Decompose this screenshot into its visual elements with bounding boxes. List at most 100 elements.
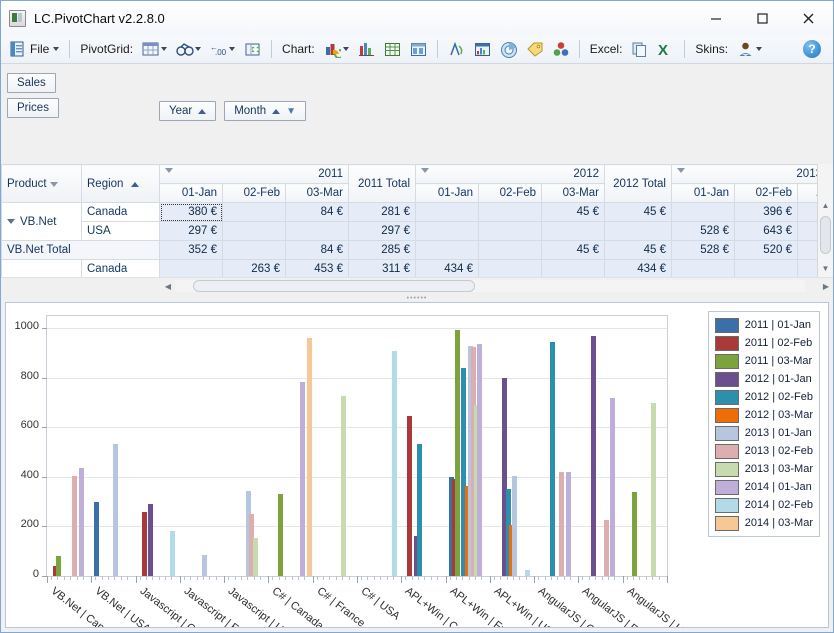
palette-button[interactable] [550,40,571,59]
chart-bar[interactable] [300,381,306,576]
row-region-cell[interactable]: Canada [81,202,160,222]
legend-item[interactable]: 2012 | 02-Feb [714,388,813,406]
year-group-header[interactable]: 2013 [671,164,828,184]
value-cell[interactable] [671,259,735,277]
chart-bar[interactable] [113,443,119,576]
row-region-cell[interactable]: USA [81,221,160,241]
scroll-up-button[interactable]: ▲ [818,198,833,212]
chevron-down-icon[interactable] [677,168,685,173]
column-field-month[interactable]: Month ▼ [224,101,307,121]
month-header[interactable]: 01-Jan [671,183,735,203]
vertical-scroll-thumb[interactable] [820,216,831,254]
label-button[interactable] [524,40,545,59]
value-cell[interactable] [222,202,286,222]
vertical-scrollbar[interactable]: ▲ ▼ [817,164,833,277]
data-table-button[interactable] [382,40,403,59]
value-cell[interactable]: 434 € [604,259,672,277]
year-group-header[interactable]: 2012 [415,164,605,184]
chart-bar[interactable] [651,402,657,576]
chart-bar[interactable] [454,329,460,576]
row-field-region[interactable]: Region [81,164,160,203]
value-cell[interactable]: 643 € [734,221,798,241]
chart-bar[interactable] [477,344,483,576]
value-cell[interactable] [478,259,542,277]
skin-select-button[interactable] [735,40,764,59]
chevron-down-icon[interactable] [165,168,173,173]
horizontal-scroll-thumb[interactable] [193,280,475,292]
value-cell[interactable] [478,240,542,260]
month-header[interactable]: 01-Jan [159,183,223,203]
minimize-button[interactable] [693,2,739,34]
value-cell[interactable]: 45 € [541,202,605,222]
value-cell[interactable] [734,259,798,277]
legend-item[interactable]: 2013 | 03-Mar [714,460,813,478]
collapse-icon[interactable] [7,218,15,224]
value-cell[interactable]: 84 € [285,240,349,260]
help-button[interactable]: ? [803,40,821,58]
scroll-down-button[interactable]: ▼ [818,261,833,275]
value-cell[interactable]: 396 € [734,202,798,222]
chart-bar[interactable] [549,342,555,576]
value-cell[interactable] [159,259,223,277]
row-product-cell[interactable]: Javascript [1,259,82,277]
value-cell[interactable] [478,221,542,241]
pie-3d-button[interactable] [498,40,519,59]
year-group-header[interactable]: 2011 [159,164,349,184]
chart-bar[interactable] [170,531,176,576]
scroll-left-button[interactable]: ◀ [161,282,175,291]
chart-bar[interactable] [78,468,84,576]
chart-style-button[interactable] [446,40,467,59]
table-row[interactable]: JavascriptCanada 263 €453 €311 €434 € 43… [1,259,828,277]
row-field-product[interactable]: Product [1,164,82,203]
table-row[interactable]: USA 297 € 297 € 528 €643 € [2,221,828,241]
value-cell[interactable]: 528 € [671,240,735,260]
legend-item[interactable]: 2012 | 01-Jan [714,370,813,388]
value-cell[interactable]: 352 € [159,240,223,260]
month-header[interactable]: 02-Feb [734,183,798,203]
value-cell[interactable] [222,221,286,241]
month-header[interactable]: 01-Jan [415,183,479,203]
chart-bar[interactable] [277,494,283,576]
scroll-right-button[interactable]: ▶ [819,282,833,291]
value-cell[interactable] [478,202,542,222]
value-cell[interactable] [415,240,479,260]
file-menu-button[interactable]: File [7,40,61,59]
value-cell[interactable] [604,221,672,241]
month-header[interactable]: 02-Feb [478,183,542,203]
chart-bar[interactable] [407,416,413,576]
add-field-button[interactable] [242,40,263,59]
value-cell[interactable] [541,259,605,277]
legend-item[interactable]: 2011 | 03-Mar [714,352,813,370]
legend-item[interactable]: 2013 | 02-Feb [714,442,813,460]
chart-bar[interactable] [632,491,638,576]
chart-grid-button[interactable] [472,40,493,59]
value-cell[interactable]: 84 € [285,202,349,222]
chart-bar[interactable] [559,472,565,576]
chart-bar[interactable] [141,511,147,576]
month-header[interactable]: 03-Mar [285,183,349,203]
chart-bar[interactable] [72,475,78,576]
pane-splitter[interactable]: •••••• [1,294,833,302]
value-cell[interactable] [415,221,479,241]
value-cell[interactable] [541,221,605,241]
bar-chart-button[interactable] [356,40,377,59]
legend-item[interactable]: 2013 | 01-Jan [714,424,813,442]
chart-bar[interactable] [148,504,154,576]
chart-bar[interactable] [252,537,258,576]
chart-bar[interactable] [391,350,397,576]
chart-bar[interactable] [56,556,62,576]
value-cell[interactable]: 281 € [348,202,416,222]
legend-item[interactable]: 2014 | 03-Mar [714,514,813,532]
copy-button[interactable] [629,40,650,59]
chart-bar[interactable] [603,520,609,576]
legend-item[interactable]: 2011 | 02-Feb [714,334,813,352]
decimals-button[interactable]: ← .00 [208,40,237,59]
value-cell[interactable]: 45 € [541,240,605,260]
value-cell[interactable] [222,240,286,260]
table-row[interactable]: VB.Net Canada 380 € 84 €281 € 45 €45 € 396… [1,202,828,241]
table-row[interactable]: VB.Net Total 352 € 84 €285 € 45 €45 €528 … [1,240,828,260]
row-product-cell[interactable]: VB.Net [1,202,82,241]
data-field-sales[interactable]: Sales [7,73,56,93]
chart-bar[interactable] [512,475,517,576]
value-cell[interactable]: 311 € [348,259,416,277]
